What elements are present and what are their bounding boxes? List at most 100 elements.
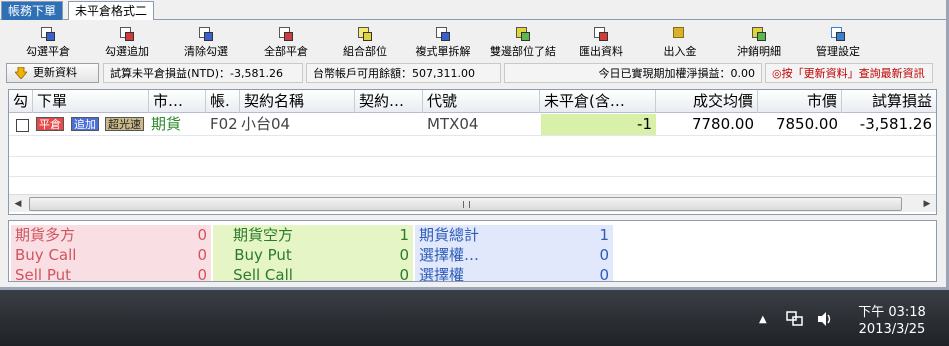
col-order[interactable]: 下單 xyxy=(33,90,149,113)
horizontal-scrollbar[interactable]: ◀ ▶ xyxy=(9,194,936,212)
check-close-icon xyxy=(41,27,55,41)
export-button[interactable]: 匯出資料 xyxy=(571,24,631,60)
network-icon[interactable] xyxy=(786,311,804,327)
tab-bar: 帳務下單 未平倉格式二 xyxy=(0,0,946,20)
grip-icon xyxy=(462,201,470,208)
clock-date: 2013/3/25 xyxy=(858,322,926,337)
summary-options-value: 0 xyxy=(515,245,613,265)
col-contract-extra[interactable]: 契約… xyxy=(355,90,423,113)
split-icon xyxy=(436,27,450,41)
check-add-label: 勾選追加 xyxy=(105,45,149,58)
check-close-button[interactable]: 勾選平倉 xyxy=(18,24,78,60)
account-window: 帳務下單 未平倉格式二 勾選平倉 勾選追加 清除勾選 全部平倉 組合部位 複式單… xyxy=(0,0,949,290)
contract-name-cell: 小台04 xyxy=(241,115,291,133)
account-cell: F02 xyxy=(210,115,238,133)
position-summary: 期貨多方 0 期貨空方 1 期貨總計 1 Buy Call 0 Buy Put … xyxy=(8,220,937,282)
summary-short-futures-label: 期貨空方 xyxy=(213,225,313,245)
summary-sell-put-label: Sell Put xyxy=(11,265,111,281)
deposit-withdraw-button[interactable]: 出入金 xyxy=(650,24,710,60)
refresh-label: 更新資料 xyxy=(33,66,77,79)
code-cell: MTX04 xyxy=(427,115,479,133)
summary-futures-total-value: 1 xyxy=(515,225,613,245)
row-divider xyxy=(9,135,936,136)
combine-position-button[interactable]: 組合部位 xyxy=(335,24,395,60)
position-grid: 勾 下單 市… 帳. 契約名稱 契約… 代號 未平倉(含… 成交均價 市價 試算… xyxy=(8,89,937,215)
summary-options2-value: 0 xyxy=(515,265,613,281)
check-add-button[interactable]: 勾選追加 xyxy=(97,24,157,60)
market-price-cell: 7850.00 xyxy=(775,115,838,133)
market-cell: 期貨 xyxy=(151,115,182,133)
tab-account-order[interactable]: 帳務下單 xyxy=(1,1,64,20)
summary-buy-call-value: 0 xyxy=(111,245,211,265)
grid-header: 勾 下單 市… 帳. 契約名稱 契約… 代號 未平倉(含… 成交均價 市價 試算… xyxy=(9,90,936,113)
offset-detail-label: 沖銷明細 xyxy=(737,45,781,58)
offset-detail-button[interactable]: 沖銷明細 xyxy=(729,24,789,60)
summary-buy-put-value: 0 xyxy=(313,245,413,265)
summary-sell-call-value: 0 xyxy=(313,265,413,281)
close-all-label: 全部平倉 xyxy=(264,45,308,58)
scroll-right-icon[interactable]: ▶ xyxy=(920,197,934,211)
tab-open-position-format2[interactable]: 未平倉格式二 xyxy=(68,1,155,20)
summary-buy-call-label: Buy Call xyxy=(11,245,111,265)
row-divider xyxy=(9,156,936,157)
pnl-cell: -3,581.26 xyxy=(859,115,932,133)
summary-sell-call-label: Sell Call xyxy=(213,265,313,281)
taskbar: ▲ 下午 03:18 2013/3/25 xyxy=(0,290,949,346)
table-row[interactable]: 平倉 追加 超光速 期貨 F02 小台04 MTX04 -1 7780.00 7… xyxy=(9,114,936,135)
col-contract-name[interactable]: 契約名稱 xyxy=(240,90,355,113)
avg-price-cell: 7780.00 xyxy=(691,115,754,133)
summary-options2-label: 選擇權 xyxy=(415,265,515,281)
clear-check-label: 清除勾選 xyxy=(184,45,228,58)
col-check[interactable]: 勾 xyxy=(9,90,33,113)
contract-extra-cell xyxy=(357,114,423,135)
deposit-withdraw-label: 出入金 xyxy=(663,45,697,58)
add-position-button[interactable]: 追加 xyxy=(71,117,99,131)
col-market[interactable]: 市… xyxy=(149,90,206,113)
realized-today: 今日已實現期加權淨損益：0.00 xyxy=(504,63,762,83)
combine-icon xyxy=(358,27,372,41)
clock-time: 下午 03:18 xyxy=(858,305,926,320)
close-all-icon xyxy=(279,27,293,41)
row-divider xyxy=(9,176,936,177)
volume-icon[interactable] xyxy=(816,310,834,328)
settings-icon xyxy=(831,27,845,41)
check-add-icon xyxy=(120,27,134,41)
summary-futures-total-label: 期貨總計 xyxy=(415,225,515,245)
refresh-button[interactable]: 更新資料 xyxy=(6,63,99,83)
scroll-thumb[interactable] xyxy=(29,197,902,211)
settings-button[interactable]: 管理設定 xyxy=(808,24,868,60)
clear-check-icon xyxy=(199,27,213,41)
close-all-button[interactable]: 全部平倉 xyxy=(256,24,316,60)
clear-check-button[interactable]: 清除勾選 xyxy=(176,24,236,60)
hyper-speed-button[interactable]: 超光速 xyxy=(105,117,144,131)
col-market-price[interactable]: 市價 xyxy=(758,90,842,113)
split-order-label: 複式單拆解 xyxy=(415,45,471,58)
summary-long-futures-label: 期貨多方 xyxy=(11,225,111,245)
close-position-button[interactable]: 平倉 xyxy=(36,117,64,131)
status-bar: 更新資料 試算未平倉損益(NTD)：-3,581.26 台幣帳戶可用餘額：507… xyxy=(6,62,933,84)
scroll-left-icon[interactable]: ◀ xyxy=(11,197,25,211)
summary-short-futures-value: 1 xyxy=(313,225,413,245)
col-code[interactable]: 代號 xyxy=(423,90,540,113)
down-arrow-icon xyxy=(15,67,27,79)
settle-both-icon xyxy=(516,27,530,41)
settle-both-button[interactable]: 雙邊部位了結 xyxy=(484,24,562,60)
unrealized-pnl: 試算未平倉損益(NTD)：-3,581.26 xyxy=(103,63,303,83)
toolbar: 勾選平倉 勾選追加 清除勾選 全部平倉 組合部位 複式單拆解 雙邊部位了結 匯出… xyxy=(0,22,946,60)
split-order-button[interactable]: 複式單拆解 xyxy=(410,24,476,60)
col-pnl[interactable]: 試算損益 xyxy=(842,90,936,113)
money-icon xyxy=(673,27,687,41)
settle-both-label: 雙邊部位了結 xyxy=(490,45,556,58)
show-hidden-icons-icon[interactable]: ▲ xyxy=(759,314,767,325)
row-checkbox[interactable] xyxy=(16,119,29,132)
check-close-label: 勾選平倉 xyxy=(26,45,70,58)
col-avg-price[interactable]: 成交均價 xyxy=(656,90,758,113)
refresh-hint: ◎按「更新資料」查詢最新資訊 xyxy=(765,63,933,83)
col-account[interactable]: 帳. xyxy=(206,90,240,113)
summary-long-futures-value: 0 xyxy=(111,225,211,245)
col-open-position[interactable]: 未平倉(含… xyxy=(540,90,656,113)
system-clock[interactable]: 下午 03:18 2013/3/25 xyxy=(857,304,927,338)
combine-position-label: 組合部位 xyxy=(343,45,387,58)
summary-sell-put-value: 0 xyxy=(111,265,211,281)
offset-detail-icon xyxy=(752,27,766,41)
